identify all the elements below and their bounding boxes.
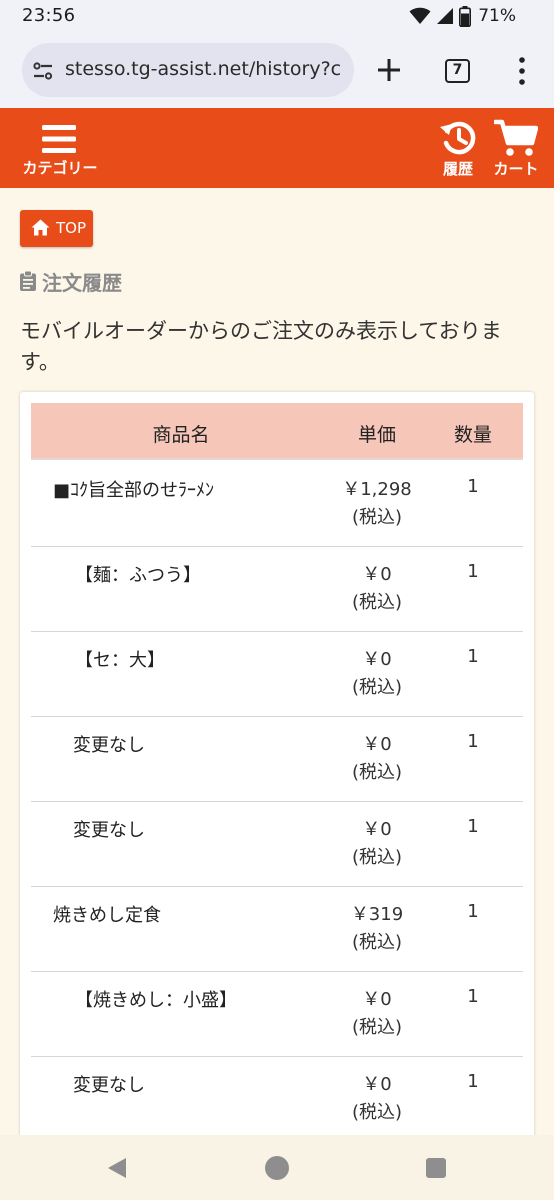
item-quantity: 1 [467,901,479,922]
item-price: ￥0 [362,819,392,840]
table-row: 【焼きめし：小盛】 ￥0 (税込) 1 [31,972,523,1057]
item-price-cell: ￥0 (税込) [331,1071,423,1127]
item-price-cell: ￥0 (税込) [331,986,423,1042]
item-tax-label: (税込) [351,847,403,868]
item-name: ■ｺｸ旨全部のせﾗｰﾒﾝ [53,480,215,501]
item-price: ￥0 [362,989,392,1010]
item-price: ￥0 [362,564,392,585]
column-header-quantity: 数量 [453,424,492,446]
item-name: 変更なし [73,735,145,756]
item-name: 変更なし [73,1075,145,1096]
site-settings-icon[interactable] [32,60,54,82]
home-icon [31,219,50,236]
table-row: 焼きめし定食 ￥319 (税込) 1 [31,887,523,972]
table-row: 変更なし ￥0 (税込) 1 [31,1057,523,1142]
item-name: 焼きめし定食 [53,905,161,926]
column-header-name: 商品名 [152,424,210,446]
plus-icon[interactable] [374,55,404,85]
table-row: 【麺：ふつう】 ￥0 (税込) 1 [31,547,523,632]
wifi-icon [409,7,431,24]
item-quantity: 1 [467,986,479,1007]
item-price-cell: ￥319 (税込) [331,901,423,957]
table-row: 変更なし ￥0 (税込) 1 [31,802,523,887]
clipboard-icon [20,271,36,291]
table-body: ■ｺｸ旨全部のせﾗｰﾒﾝ ￥1,298 (税込) 1 【麺：ふつう】 ￥0 (税込) 1 【セ：… [31,462,523,1142]
home-nav-icon[interactable] [265,1156,289,1180]
page-title: 注文履歴 [20,268,122,295]
history-icon [440,121,476,155]
cart-icon [494,119,538,156]
column-header-price: 単価 [357,424,396,446]
item-tax-label: (税込) [351,677,403,698]
item-price: ￥319 [350,904,404,925]
item-price: ￥0 [362,734,392,755]
item-tax-label: (税込) [351,932,403,953]
item-quantity: 1 [467,476,479,497]
status-time: 23:56 [22,5,76,26]
status-icons: 71% [409,5,516,27]
item-price: ￥1,298 [342,479,412,500]
item-quantity: 1 [467,561,479,582]
signal-icon [437,8,454,24]
item-price: ￥0 [362,649,392,670]
top-button[interactable]: TOP [20,210,93,247]
cart-label: カート [493,160,539,178]
address-bar[interactable]: stesso.tg-assist.net/history?c [22,43,354,97]
item-tax-label: (税込) [351,1017,403,1038]
category-menu-button[interactable]: カテゴリー [20,120,100,180]
item-price-cell: ￥0 (税込) [331,646,423,702]
back-icon[interactable] [106,1157,128,1179]
item-price-cell: ￥0 (税込) [331,561,423,617]
item-name: 変更なし [73,820,145,841]
url-text[interactable]: stesso.tg-assist.net/history?c [65,58,341,80]
history-button[interactable]: 履歴 [436,118,480,178]
top-button-label: TOP [56,219,87,237]
more-vert-icon[interactable] [514,56,530,86]
item-tax-label: (税込) [351,507,403,528]
battery-percent: 71% [478,6,516,26]
history-label: 履歴 [442,160,473,178]
item-quantity: 1 [467,1071,479,1092]
item-quantity: 1 [467,646,479,667]
item-price-cell: ￥0 (税込) [331,731,423,787]
table-row: 変更なし ￥0 (税込) 1 [31,717,523,802]
table-row: ■ｺｸ旨全部のせﾗｰﾒﾝ ￥1,298 (税込) 1 [31,462,523,547]
item-name: 【麺：ふつう】 [75,565,201,586]
item-price: ￥0 [362,1074,392,1095]
site-header: カテゴリー 履歴 カート [0,108,554,188]
item-price-cell: ￥0 (税込) [331,816,423,872]
order-history-card: 商品名 単価 数量 ■ｺｸ旨全部のせﾗｰﾒﾝ ￥1,298 (税込) 1 【麺：ふつう】… [20,392,534,1192]
cart-button[interactable]: カート [490,118,542,178]
tabs-icon[interactable]: 7 [445,59,470,83]
system-nav-bar [0,1135,554,1200]
browser-toolbar: stesso.tg-assist.net/history?c 7 [0,34,554,108]
battery-icon [459,5,472,27]
item-quantity: 1 [467,816,479,837]
status-bar: 23:56 71% [0,0,554,34]
item-tax-label: (税込) [351,592,403,613]
tab-count: 7 [452,62,463,78]
notice-text: モバイルオーダーからのご注文のみ表示しております。 [20,319,502,374]
item-quantity: 1 [467,731,479,752]
section-title-text: 注文履歴 [42,270,122,295]
item-name: 【セ：大】 [75,650,165,671]
hamburger-icon [42,125,76,153]
item-price-cell: ￥1,298 (税込) [331,476,423,532]
item-tax-label: (税込) [351,762,403,783]
table-header: 商品名 単価 数量 [31,403,523,460]
table-row: 【セ：大】 ￥0 (税込) 1 [31,632,523,717]
category-label: カテゴリー [22,159,98,177]
item-tax-label: (税込) [351,1102,403,1123]
item-name: 【焼きめし：小盛】 [75,990,237,1011]
recents-icon[interactable] [426,1158,446,1178]
